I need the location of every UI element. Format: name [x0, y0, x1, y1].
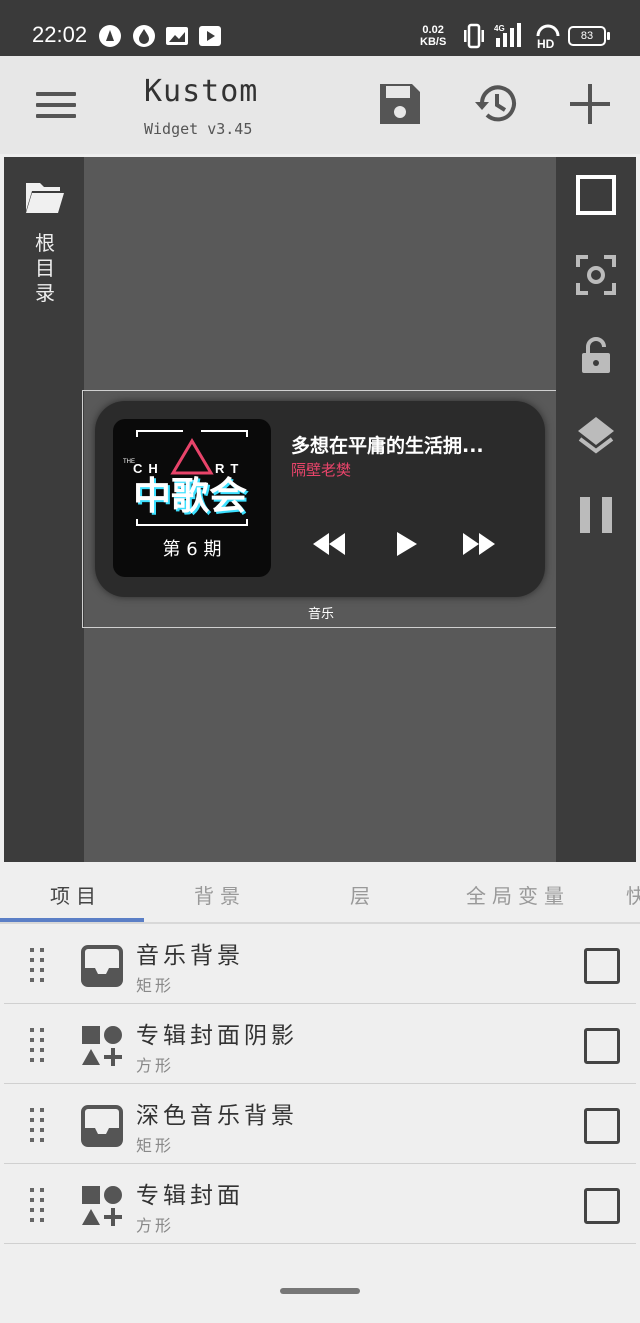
drag-handle-icon[interactable]	[28, 1026, 46, 1066]
root-folder-label[interactable]: 根目录	[32, 231, 58, 306]
play-icon[interactable]	[385, 529, 425, 559]
gesture-nav-bar[interactable]	[280, 1288, 360, 1294]
pause-icon[interactable]	[576, 495, 616, 535]
rectangle-icon	[81, 1105, 123, 1147]
item-name: 专辑封面阴影	[136, 1023, 298, 1049]
left-rail: 根目录	[4, 157, 84, 862]
tab-bar: 项目 背景 层 全局变量 快	[0, 862, 640, 922]
list-item[interactable]: 专辑封面阴影 方形	[4, 1004, 636, 1084]
music-widget[interactable]: THE CH RT 中歌会 中歌会 第 6 期 多想在平庸的生活拥... 隔壁老…	[95, 401, 545, 597]
save-icon[interactable]	[376, 80, 424, 128]
song-title: 多想在平庸的生活拥...	[291, 435, 484, 457]
rewind-icon[interactable]	[309, 529, 349, 559]
item-checkbox[interactable]	[584, 1188, 620, 1224]
fast-forward-icon[interactable]	[459, 529, 499, 559]
app-bar: Kustom Widget v3.45	[0, 56, 640, 154]
svg-text:HD: HD	[537, 37, 555, 50]
drag-handle-icon[interactable]	[28, 1106, 46, 1146]
chart-logo: THE CH RT 中歌会 中歌会	[123, 430, 249, 526]
tab-global-variables[interactable]: 全局变量	[466, 880, 570, 909]
album-cover: THE CH RT 中歌会 中歌会 第 6 期	[113, 419, 271, 577]
status-time: 22:02	[32, 22, 88, 47]
shapes-icon	[82, 1186, 122, 1226]
item-list: 音乐背景 矩形 专辑封面阴影 方形 深色音乐背景 矩形 专辑封面 方形	[0, 924, 640, 1244]
cover-title: 中歌会	[133, 474, 247, 518]
play-notification-icon	[199, 26, 221, 46]
tab-items[interactable]: 项目	[50, 880, 102, 909]
network-speed-value: 0.02	[422, 24, 444, 36]
drag-handle-icon[interactable]	[28, 946, 46, 986]
image-notification-icon	[166, 27, 188, 45]
signal-icon: 4G	[494, 23, 521, 47]
item-checkbox[interactable]	[584, 1028, 620, 1064]
cover-episode: 第 6 期	[162, 539, 222, 560]
layers-icon[interactable]	[576, 415, 616, 455]
add-icon[interactable]	[566, 80, 614, 128]
list-item[interactable]: 专辑封面 方形	[4, 1164, 636, 1244]
item-type: 方形	[136, 1216, 175, 1235]
hd-call-icon: HD	[536, 24, 560, 50]
app-title: Kustom	[144, 74, 259, 109]
song-artist: 隔壁老樊	[291, 461, 352, 479]
tab-layer[interactable]: 层	[350, 880, 376, 909]
shapes-icon	[82, 1026, 122, 1066]
item-name: 深色音乐背景	[136, 1103, 298, 1129]
editor-preview[interactable]: 根目录 THE CH RT 中歌会 中歌会 第 6 期 多想在平庸的生活拥...…	[4, 157, 636, 862]
select-box-icon[interactable]	[576, 175, 616, 215]
drop-notification-icon	[133, 25, 155, 47]
item-checkbox[interactable]	[584, 1108, 620, 1144]
item-type: 方形	[136, 1056, 175, 1075]
rectangle-icon	[81, 945, 123, 987]
network-speed: 0.02 KB/S	[420, 24, 446, 48]
network-speed-unit: KB/S	[420, 36, 447, 48]
drag-handle-icon[interactable]	[28, 1186, 46, 1226]
item-checkbox[interactable]	[584, 948, 620, 984]
history-icon[interactable]	[472, 80, 520, 128]
item-name: 专辑封面	[136, 1183, 244, 1209]
list-item[interactable]: 深色音乐背景 矩形	[4, 1084, 636, 1164]
list-item[interactable]: 音乐背景 矩形	[4, 924, 636, 1004]
vibrate-icon	[464, 23, 484, 49]
item-type: 矩形	[136, 1136, 175, 1155]
battery-indicator: 83	[568, 26, 610, 46]
tab-background[interactable]: 背景	[194, 880, 246, 909]
menu-icon[interactable]	[36, 92, 76, 120]
signal-label: 4G	[494, 24, 505, 33]
focus-icon[interactable]	[576, 255, 616, 295]
tab-shortcuts[interactable]: 快	[626, 880, 640, 909]
widget-label: 音乐	[307, 607, 334, 622]
widget-selection-box[interactable]: THE CH RT 中歌会 中歌会 第 6 期 多想在平庸的生活拥... 隔壁老…	[82, 390, 558, 628]
app-version: Widget v3.45	[144, 120, 253, 138]
item-type: 矩形	[136, 976, 175, 995]
status-bar: 22:02 0.02 KB/S 4G HD 83	[0, 0, 640, 56]
lock-icon[interactable]	[576, 335, 616, 375]
folder-open-icon[interactable]	[24, 179, 66, 215]
item-name: 音乐背景	[136, 943, 244, 969]
app-notification-icon	[99, 25, 121, 47]
right-rail	[556, 157, 636, 862]
